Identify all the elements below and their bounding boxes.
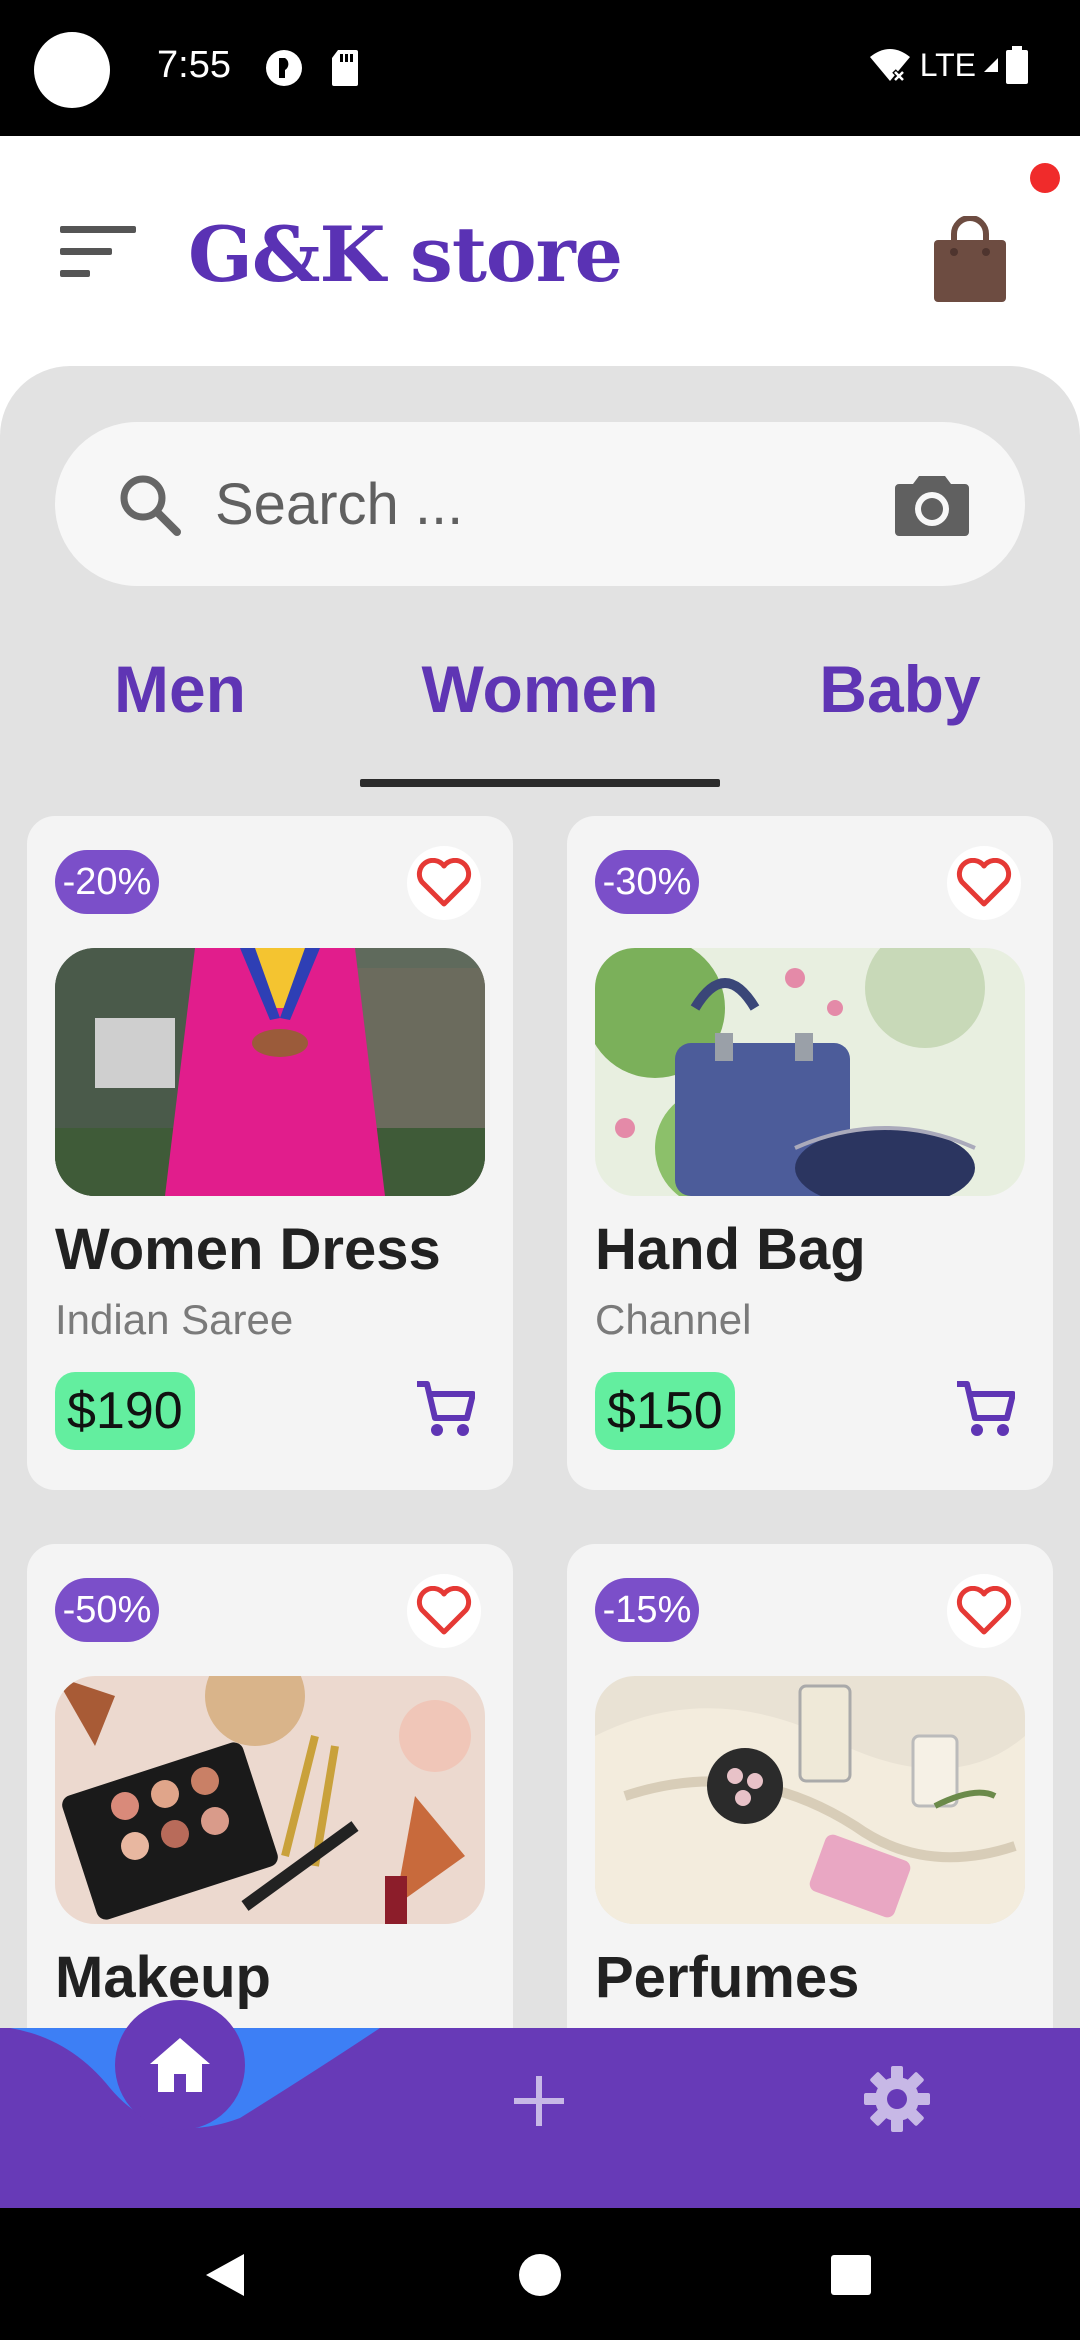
status-bar: 7:55 LTE [0, 0, 1080, 136]
heart-icon [416, 858, 472, 907]
product-name: Makeup [55, 1945, 271, 2010]
tab-baby[interactable]: Baby [720, 651, 1080, 727]
product-price: $190 [55, 1372, 195, 1450]
app-screen: G&K store Search ... Men Women Baby -20%… [0, 136, 1080, 2208]
camera-icon[interactable] [895, 470, 969, 536]
selected-tab-indicator [360, 779, 720, 787]
system-navigation-bar [0, 2208, 1080, 2340]
product-image [595, 1676, 1025, 1924]
back-icon[interactable] [204, 2252, 246, 2298]
heart-icon [956, 1586, 1012, 1635]
status-time: 7:55 [157, 44, 231, 86]
product-image [55, 1676, 485, 1924]
search-icon [120, 475, 181, 536]
front-camera [34, 32, 110, 108]
phone-screen: 7:55 LTE G&K store Search ... Men Women … [0, 0, 1080, 2340]
add-icon[interactable] [512, 2074, 566, 2128]
network-type: LTE [919, 46, 976, 83]
product-name: Perfumes [595, 1945, 860, 2010]
menu-icon[interactable] [60, 226, 136, 278]
app-bar: G&K store [0, 136, 1080, 366]
product-image [595, 948, 1025, 1196]
store-title: G&K store [188, 210, 623, 299]
product-image [55, 948, 485, 1196]
sd-card-icon [332, 50, 358, 86]
content-panel: Men Women Baby -20% [0, 366, 1080, 2208]
add-to-cart-icon[interactable] [415, 1380, 475, 1438]
favorite-button[interactable] [407, 1574, 481, 1648]
search-input[interactable] [215, 462, 895, 546]
product-card[interactable]: -20% Women Dress Indian Saree $190 [27, 816, 513, 1490]
favorite-button[interactable] [407, 846, 481, 920]
discount-badge: -50% [55, 1578, 159, 1642]
product-brand: Channel [595, 1296, 752, 1343]
search-bar[interactable] [55, 422, 1025, 586]
notification-dot [1030, 163, 1060, 193]
product-brand: Indian Saree [55, 1296, 294, 1343]
home-button[interactable] [115, 2000, 245, 2130]
shopping-bag-icon[interactable] [930, 216, 1010, 304]
battery-icon [1006, 46, 1028, 84]
discount-badge: -15% [595, 1578, 699, 1642]
category-tabs: Men Women Baby [0, 651, 1080, 771]
favorite-button[interactable] [947, 1574, 1021, 1648]
product-price: $150 [595, 1372, 735, 1450]
tab-men[interactable]: Men [0, 651, 360, 727]
home-icon [150, 2038, 210, 2092]
recents-icon[interactable] [831, 2255, 871, 2295]
add-to-cart-icon[interactable] [955, 1380, 1015, 1438]
signal-icon [984, 58, 998, 72]
discount-badge: -20% [55, 850, 159, 914]
settings-icon[interactable] [862, 2064, 932, 2134]
discount-badge: -30% [595, 850, 699, 914]
product-name: Hand Bag [595, 1217, 866, 1282]
favorite-button[interactable] [947, 846, 1021, 920]
tab-women[interactable]: Women [360, 651, 720, 727]
network-status: LTE [868, 46, 1028, 84]
product-card[interactable]: -30% Hand Bag Channel $150 [567, 816, 1053, 1490]
heart-icon [956, 858, 1012, 907]
heart-icon [416, 1586, 472, 1635]
data-saver-icon [266, 50, 302, 86]
product-name: Women Dress [55, 1217, 441, 1282]
wifi-off-icon [869, 49, 910, 83]
home-system-icon[interactable] [519, 2254, 561, 2296]
